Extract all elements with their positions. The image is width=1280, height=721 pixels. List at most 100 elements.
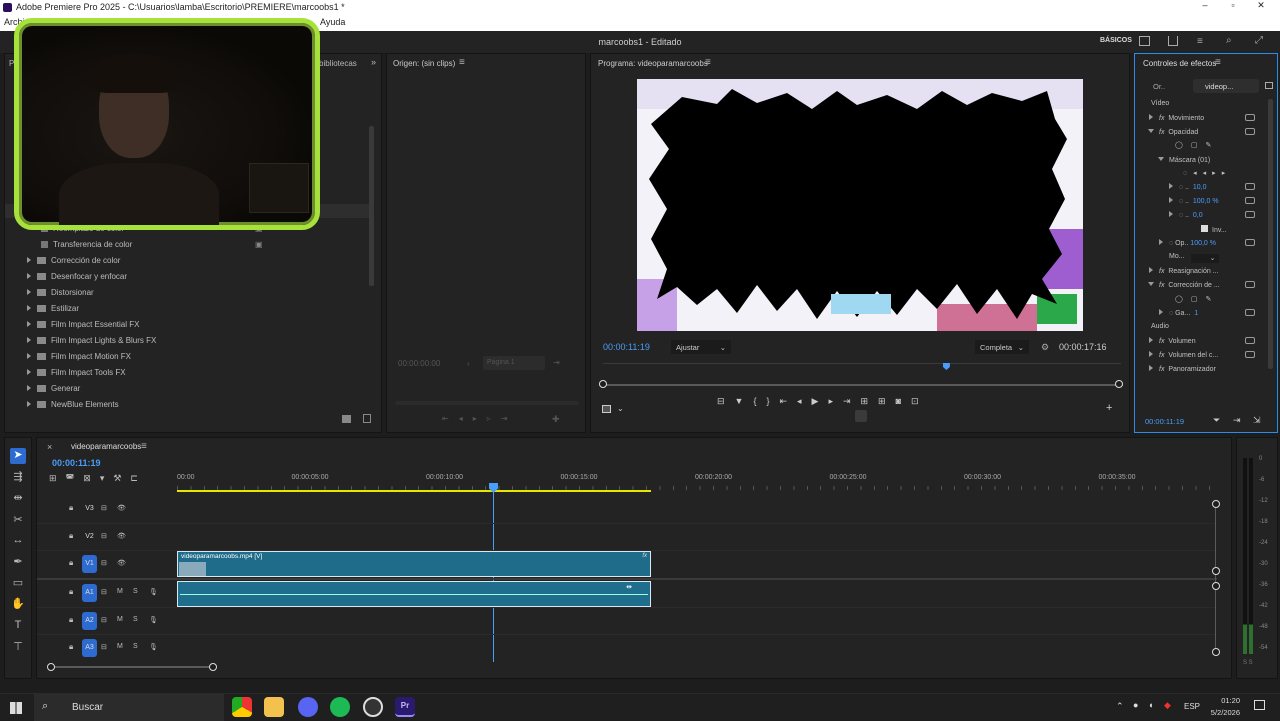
sync-lock-icon[interactable]: ⊟ — [101, 643, 107, 651]
source-menu-icon[interactable]: ≡ — [459, 57, 465, 68]
effects-folder[interactable]: Film Impact Lights & Blurs FX — [27, 336, 156, 345]
ec-mask-feather[interactable]: ◌ .. 10,0 — [1169, 183, 1207, 191]
chrome-icon[interactable] — [232, 697, 252, 717]
mask-tools-2[interactable]: ◯▢✎ — [1175, 295, 1219, 303]
microphone-icon[interactable]: ● — [1133, 700, 1138, 710]
mask-tools[interactable]: ◯▢✎ — [1175, 141, 1219, 149]
spotify-icon[interactable] — [330, 697, 350, 717]
ec-value-2[interactable]: 100,0 % — [1193, 198, 1219, 205]
eye-icon[interactable]: 👁︎ — [117, 559, 126, 567]
mute-button[interactable]: M — [117, 588, 123, 595]
vscroll-handle[interactable] — [1212, 582, 1220, 590]
quality-dropdown[interactable]: Completa ⌄ — [975, 340, 1029, 354]
reset-icon[interactable] — [1245, 183, 1255, 190]
reset-icon[interactable] — [1245, 114, 1255, 121]
ec-volumen-canal[interactable]: fx Volumen del c... — [1149, 351, 1218, 359]
reset-icon[interactable] — [1245, 337, 1255, 344]
premiere-taskbar-icon[interactable]: Pr — [395, 697, 415, 717]
caption-tool-icon[interactable]: ⊤ — [10, 640, 26, 656]
zoom-handle-right[interactable] — [1115, 380, 1123, 388]
program-playhead[interactable] — [942, 363, 950, 370]
effect-item[interactable]: ▣ Transferencia de color — [41, 240, 263, 249]
sequence-tab[interactable]: videoparamarcoobs — [71, 442, 141, 451]
program-transport-controls[interactable]: ⊟▼{}⇤◂▶▸⇥⊞⊞◙⊡ — [717, 396, 929, 407]
selection-tool-icon[interactable]: ➤ — [10, 448, 26, 464]
sequence-menu-icon[interactable]: ≡ — [141, 441, 147, 452]
discord-icon[interactable] — [298, 697, 318, 717]
panel-layout-icon[interactable] — [1139, 36, 1150, 46]
ec-opacidad[interactable]: fx Opacidad — [1148, 128, 1198, 136]
ec-inverted[interactable]: Inv... — [1201, 225, 1227, 234]
ec-volumen[interactable]: fx Volumen — [1149, 337, 1196, 345]
export-icon[interactable]: ⇲ — [1253, 415, 1261, 426]
voiceover-mic-icon[interactable]: 🎙︎ — [149, 616, 158, 624]
file-explorer-icon[interactable] — [264, 697, 284, 717]
track-label-a2[interactable]: A2 — [82, 612, 97, 630]
effects-folder[interactable]: Generar — [27, 384, 80, 393]
sync-lock-icon[interactable]: ⊟ — [101, 616, 107, 624]
ec-panel-icon[interactable] — [1265, 82, 1273, 89]
effects-folder[interactable]: Distorsionar — [27, 288, 94, 297]
notifications-icon[interactable] — [1254, 700, 1265, 710]
obs-icon[interactable] — [363, 697, 383, 717]
ec-mask-expansion[interactable]: ◌ .. 0,0 — [1169, 211, 1203, 219]
effects-folder[interactable]: Film Impact Motion FX — [27, 352, 131, 361]
eye-icon[interactable]: 👁︎ — [117, 504, 126, 512]
program-ruler[interactable] — [603, 363, 1121, 370]
compare-icon[interactable] — [855, 410, 867, 422]
ec-timecode[interactable]: 00:00:11:19 — [1145, 417, 1184, 426]
eye-icon[interactable]: 👁︎ — [117, 532, 126, 540]
ec-reasignacion[interactable]: fx Reasignación ... — [1149, 267, 1219, 275]
voiceover-mic-icon[interactable]: 🎙︎ — [149, 588, 158, 596]
ec-correccion[interactable]: fx Corrección de ... — [1148, 281, 1220, 289]
chevron-down-icon[interactable]: ⌄ — [617, 404, 624, 413]
share-icon[interactable] — [1168, 36, 1178, 46]
mute-button[interactable]: M — [117, 616, 123, 623]
ec-mask-opacity[interactable]: ◌ .. 100,0 % — [1169, 197, 1219, 205]
reset-icon[interactable] — [1245, 197, 1255, 204]
settings-icon[interactable] — [602, 405, 611, 413]
track-label-v1[interactable]: V1 — [82, 555, 97, 573]
filter-icon[interactable]: ⏷ — [1213, 415, 1220, 426]
source-add-icon[interactable]: ✚ — [552, 414, 560, 425]
windows-start-icon[interactable] — [10, 702, 22, 714]
reset-icon[interactable] — [1245, 351, 1255, 358]
wrench-icon[interactable]: ⚙ — [1041, 342, 1049, 353]
antivirus-icon[interactable]: ◆ — [1164, 700, 1171, 711]
taskbar-search[interactable]: ⌕ Buscar — [34, 694, 224, 721]
vscroll-handle[interactable] — [1212, 567, 1220, 575]
ec-opacity-row[interactable]: ◌ Op.. 100,0 % — [1159, 239, 1216, 247]
track-label-v3[interactable]: V3 — [82, 500, 97, 518]
program-menu-icon[interactable]: ≡ — [705, 57, 711, 68]
hscroll-handle-right[interactable] — [209, 663, 217, 671]
scrollbar[interactable] — [369, 126, 374, 286]
new-bin-icon[interactable] — [342, 415, 351, 423]
volume-icon[interactable]: ◖ — [1148, 700, 1153, 710]
ec-opacity-value[interactable]: 100,0 % — [1190, 240, 1216, 247]
language-indicator[interactable]: ESP — [1184, 702, 1200, 711]
solo-button[interactable]: S — [133, 643, 138, 650]
source-transport-controls[interactable]: ⇤◂▸▹⇥ — [442, 414, 517, 423]
effects-folder[interactable]: Corrección de color — [27, 256, 120, 265]
close-sequence-icon[interactable]: × — [47, 442, 52, 452]
hamburger-icon[interactable]: ≡ — [1197, 36, 1203, 47]
maximize-button[interactable]: ▫ — [1226, 0, 1240, 10]
zoom-handle-left[interactable] — [599, 380, 607, 388]
ec-scrollbar[interactable] — [1268, 99, 1273, 369]
tray-chevron-icon[interactable]: ⌃ — [1116, 701, 1124, 712]
solo-button[interactable]: S — [133, 588, 138, 595]
add-button-icon[interactable]: + — [1106, 402, 1112, 414]
track-lock-icon[interactable]: 🔒︎ — [69, 558, 73, 568]
reset-icon[interactable] — [1245, 211, 1255, 218]
track-lock-icon[interactable]: 🔒︎ — [69, 503, 73, 513]
go-to-icon[interactable]: ⇥ — [1233, 415, 1241, 426]
source-scrub-bar[interactable] — [395, 401, 579, 405]
ec-gamma[interactable]: ◌ Ga... 1 — [1159, 309, 1198, 317]
audio-clip[interactable]: ⇹ — [177, 581, 651, 607]
tab-libraries[interactable]: bibliotecas — [319, 59, 357, 68]
source-timecode[interactable]: 00:00:00:00 — [398, 359, 440, 368]
close-button[interactable]: ✕ — [1254, 0, 1268, 11]
ec-blend-mode[interactable]: Mo... ⌄ — [1169, 253, 1219, 263]
reset-icon[interactable] — [1245, 239, 1255, 246]
page-select[interactable]: Página 1 — [483, 356, 545, 370]
